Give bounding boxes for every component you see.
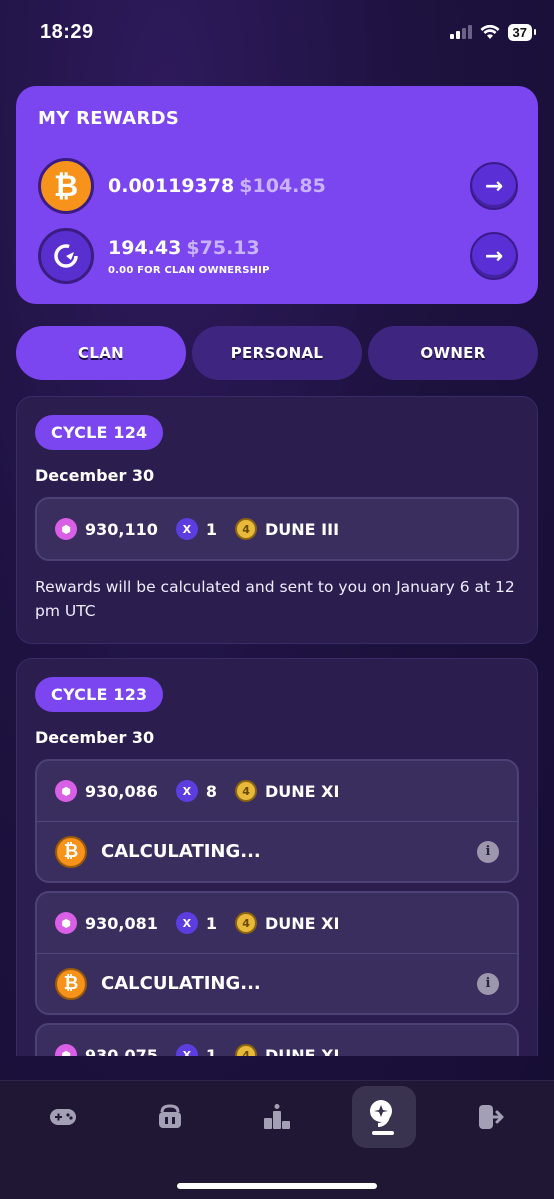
status-time: 18:29 xyxy=(40,20,94,43)
gem-icon: ⬢ xyxy=(55,912,77,934)
gmt-details-button[interactable]: → xyxy=(470,232,518,280)
nav-logout[interactable] xyxy=(459,1086,523,1148)
wifi-icon xyxy=(480,24,500,39)
gmt-amount: 194.43 xyxy=(108,236,182,259)
rewards-title: MY REWARDS xyxy=(38,108,180,129)
multiplier-value: 1 xyxy=(205,913,218,933)
league-icon: 4 xyxy=(235,912,258,934)
gamepad-icon xyxy=(50,1109,77,1125)
btc-reward-row: ₿ 0.00119378 $104.85 → xyxy=(38,158,518,214)
cycles-list[interactable]: CYCLE 124 December 30 ⬢ 930,110 X 1 4 DU… xyxy=(16,396,538,1056)
gmt-reward-row: 194.43 $75.13 0.00 FOR CLAN OWNERSHIP → xyxy=(38,228,518,284)
reward-tabs: CLAN PERSONAL OWNER xyxy=(16,326,538,380)
bitcoin-icon: ₿ xyxy=(55,835,87,868)
info-icon[interactable]: i xyxy=(477,972,499,995)
cycle-entry: ⬢ 930,110 X 1 4 DUNE III xyxy=(35,497,519,561)
logout-icon xyxy=(478,1105,504,1129)
miner-id: 930,081 xyxy=(85,913,158,933)
podium-icon xyxy=(263,1104,290,1129)
cycle-badge: CYCLE 123 xyxy=(35,677,164,712)
status-text: CALCULATING... xyxy=(101,841,261,862)
btc-details-button[interactable]: → xyxy=(470,162,518,210)
league-icon: 4 xyxy=(235,1044,258,1056)
cycle-card: CYCLE 124 December 30 ⬢ 930,110 X 1 4 DU… xyxy=(16,396,538,644)
multiplier-value: 8 xyxy=(205,781,218,801)
clan-ownership-text: 0.00 FOR CLAN OWNERSHIP xyxy=(108,264,270,276)
miner-id: 930,075 xyxy=(85,1045,158,1057)
gmt-usd: $75.13 xyxy=(186,236,260,259)
battery-icon: 37 xyxy=(507,23,537,41)
league-name: DUNE XI xyxy=(265,781,340,801)
tab-owner[interactable]: OWNER xyxy=(368,326,538,380)
gem-icon: ⬢ xyxy=(55,780,77,802)
multiplier-value: 1 xyxy=(205,519,218,539)
signal-icon xyxy=(449,25,472,39)
entry-info-row: ⬢ 930,086 X 8 4 DUNE XI xyxy=(37,761,517,821)
league-icon: 4 xyxy=(235,518,258,540)
bitcoin-icon: ₿ xyxy=(55,967,87,1000)
gem-icon: ⬢ xyxy=(55,518,77,540)
cycle-entry: ⬢ 930,075 X 1 4 DUNE XI xyxy=(35,1023,519,1056)
cycle-date: December 30 xyxy=(35,466,155,485)
gomining-token-icon xyxy=(38,228,94,284)
basket-icon xyxy=(159,1104,182,1128)
btc-usd: $104.85 xyxy=(239,175,326,197)
entry-status-row: ₿ CALCULATING... i xyxy=(37,953,517,1013)
cycle-entry: ⬢ 930,081 X 1 4 DUNE XI ₿ CALCULATING...… xyxy=(35,891,519,1015)
status-bar: 18:29 37 xyxy=(0,0,554,64)
cycle-entry: ⬢ 930,086 X 8 4 DUNE XI ₿ CALCULATING...… xyxy=(35,759,519,883)
status-icons: 37 xyxy=(449,23,537,41)
entry-status-row: ₿ CALCULATING... i xyxy=(37,821,517,881)
gem-icon: ⬢ xyxy=(55,1044,77,1056)
entry-info-row: ⬢ 930,075 X 1 4 DUNE XI xyxy=(37,1025,517,1056)
cycle-date: December 30 xyxy=(35,728,155,747)
cycle-card: CYCLE 123 December 30 ⬢ 930,086 X 8 4 DU… xyxy=(16,658,538,1056)
multiplier-icon: X xyxy=(175,780,198,802)
status-text: CALCULATING... xyxy=(101,973,261,994)
league-name: DUNE III xyxy=(265,519,340,539)
miner-id: 930,086 xyxy=(85,781,158,801)
miner-id: 930,110 xyxy=(85,519,158,539)
entry-info-row: ⬢ 930,081 X 1 4 DUNE XI xyxy=(37,893,517,953)
reward-note: Rewards will be calculated and sent to y… xyxy=(35,578,515,620)
nav-rewards[interactable] xyxy=(351,1086,416,1148)
cycle-badge: CYCLE 124 xyxy=(35,415,164,450)
bitcoin-icon: ₿ xyxy=(38,158,94,214)
league-name: DUNE XI xyxy=(265,913,340,933)
multiplier-value: 1 xyxy=(205,1045,218,1057)
multiplier-icon: X xyxy=(175,1044,198,1056)
multiplier-icon: X xyxy=(175,912,198,934)
league-icon: 4 xyxy=(235,780,258,802)
coins-icon xyxy=(369,1100,394,1135)
nav-leaderboard[interactable] xyxy=(245,1086,309,1148)
info-icon[interactable]: i xyxy=(477,840,499,863)
tab-clan[interactable]: CLAN xyxy=(16,326,186,380)
nav-shop[interactable] xyxy=(138,1086,202,1148)
multiplier-icon: X xyxy=(175,518,198,540)
bottom-nav xyxy=(0,1080,554,1199)
nav-games[interactable] xyxy=(31,1086,95,1148)
my-rewards-card: MY REWARDS ₿ 0.00119378 $104.85 → 194.43… xyxy=(16,86,538,304)
entry-info-row: ⬢ 930,110 X 1 4 DUNE III xyxy=(37,499,517,559)
league-name: DUNE XI xyxy=(265,1045,340,1057)
tab-personal[interactable]: PERSONAL xyxy=(192,326,362,380)
home-indicator xyxy=(177,1183,377,1189)
btc-amount: 0.00119378 xyxy=(108,175,235,197)
